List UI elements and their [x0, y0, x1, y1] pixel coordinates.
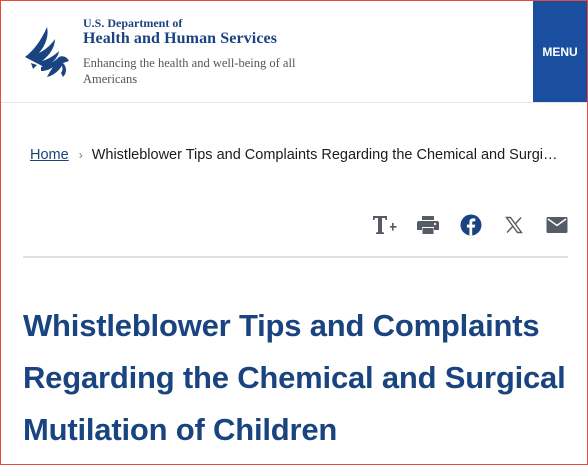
- x-share-button[interactable]: [501, 212, 527, 238]
- breadcrumb-current-page: Whistleblower Tips and Complaints Regard…: [91, 147, 564, 163]
- print-button[interactable]: [415, 212, 441, 238]
- x-icon: [505, 216, 523, 234]
- menu-button[interactable]: MENU: [533, 1, 587, 102]
- divider: [23, 256, 568, 258]
- agency-tagline: Enhancing the health and well-being of a…: [83, 56, 296, 86]
- site-header: U.S. Department of Health and Human Serv…: [1, 1, 587, 103]
- facebook-icon: [460, 214, 482, 236]
- print-icon: [417, 216, 439, 234]
- agency-name[interactable]: Health and Human Services: [83, 30, 277, 48]
- breadcrumb-separator: ›: [78, 148, 83, 162]
- email-icon: [546, 217, 568, 233]
- hhs-eagle-logo-icon[interactable]: [23, 17, 79, 87]
- breadcrumb-home-link[interactable]: Home: [30, 147, 69, 163]
- text-size-icon: [373, 216, 397, 234]
- page-title: Whistleblower Tips and Complaints Regard…: [23, 308, 566, 447]
- page-tools: [355, 212, 570, 238]
- text-size-button[interactable]: [372, 212, 398, 238]
- email-share-button[interactable]: [544, 212, 570, 238]
- facebook-share-button[interactable]: [458, 212, 484, 238]
- agency-department-label: U.S. Department of: [83, 16, 183, 30]
- breadcrumb: Home › Whistleblower Tips and Complaints…: [30, 147, 564, 163]
